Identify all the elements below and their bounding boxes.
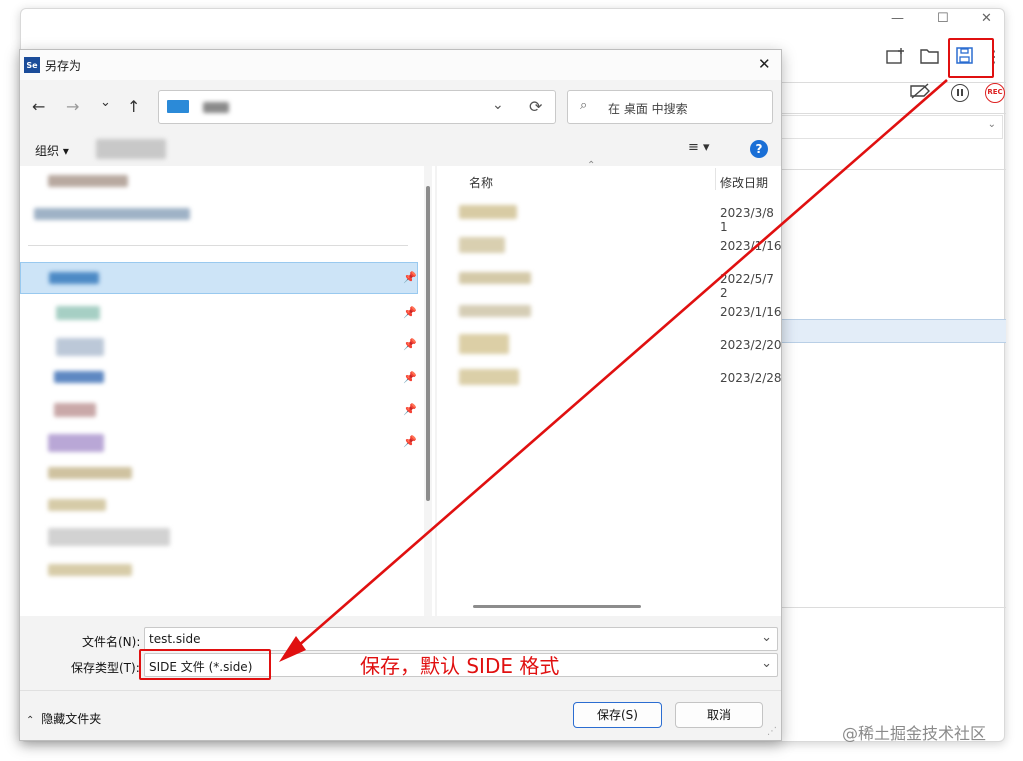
annotation-text: 保存，默认 SIDE 格式: [360, 654, 560, 678]
watermark: @稀土掘金技术社区: [842, 724, 987, 743]
annotation-arrow: [279, 79, 948, 662]
